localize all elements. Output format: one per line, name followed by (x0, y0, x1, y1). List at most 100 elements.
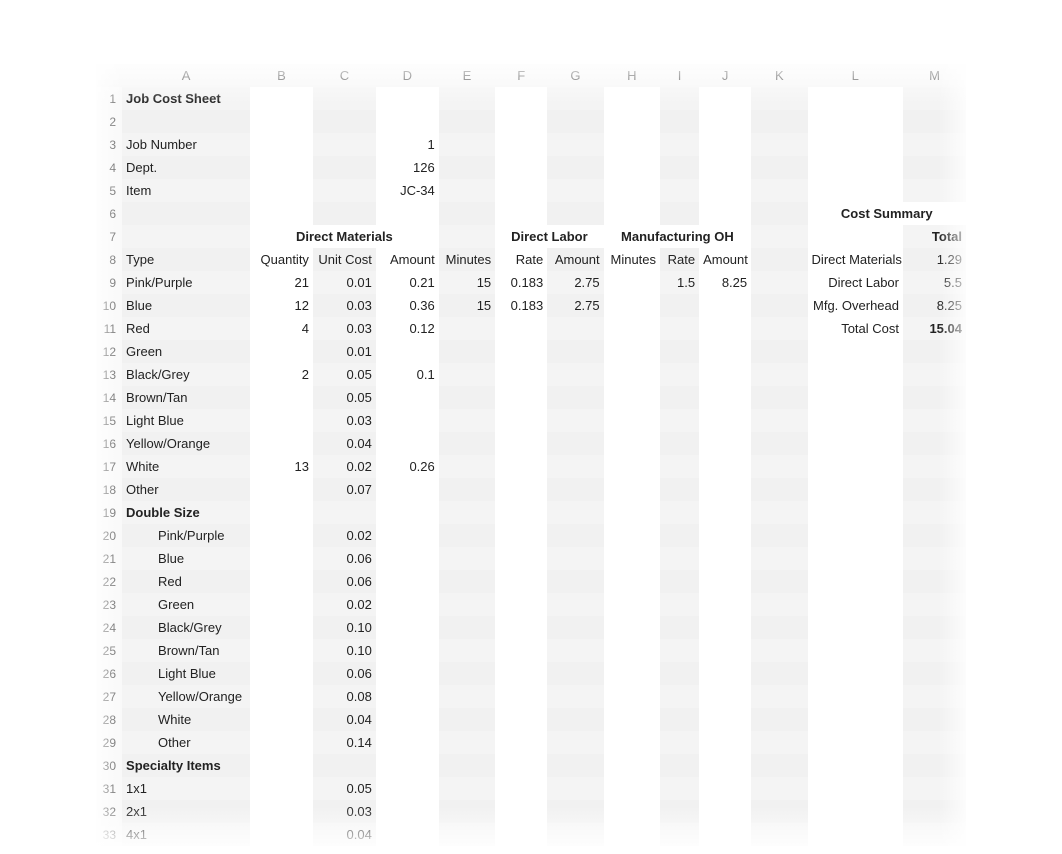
cell-B1[interactable] (250, 87, 313, 110)
cell-I25[interactable] (660, 639, 699, 662)
row-header-29[interactable]: 29 (96, 731, 122, 754)
cell-F4[interactable] (495, 156, 547, 179)
cell-F5[interactable] (495, 179, 547, 202)
cell-K17[interactable] (751, 455, 807, 478)
cell-A14[interactable]: Brown/Tan (122, 386, 250, 409)
cell-M24[interactable] (903, 616, 966, 639)
cell-D30[interactable] (376, 754, 439, 777)
grid[interactable]: ABCDEFGHIJKLM 1Job Cost Sheet23Job Numbe… (96, 64, 966, 846)
row-header-27[interactable]: 27 (96, 685, 122, 708)
cell-I30[interactable] (660, 754, 699, 777)
cell-H10[interactable] (604, 294, 660, 317)
cell-G24[interactable] (547, 616, 603, 639)
cell-I20[interactable] (660, 524, 699, 547)
cell-L24[interactable] (808, 616, 903, 639)
cell-F14[interactable] (495, 386, 547, 409)
cell-F25[interactable] (495, 639, 547, 662)
cell-A26[interactable]: Light Blue (122, 662, 250, 685)
cell-F13[interactable] (495, 363, 547, 386)
cell-A10[interactable]: Blue (122, 294, 250, 317)
cell-L26[interactable] (808, 662, 903, 685)
cell-F29[interactable] (495, 731, 547, 754)
row-18[interactable]: 18Other0.07 (96, 478, 966, 501)
cell-F22[interactable] (495, 570, 547, 593)
row-header-33[interactable]: 33 (96, 823, 122, 846)
cell-H31[interactable] (604, 777, 660, 800)
cell-B7[interactable]: Direct Materials (250, 225, 439, 248)
cell-F15[interactable] (495, 409, 547, 432)
row-header-6[interactable]: 6 (96, 202, 122, 225)
cell-A25[interactable]: Brown/Tan (122, 639, 250, 662)
cell-F3[interactable] (495, 133, 547, 156)
cell-H16[interactable] (604, 432, 660, 455)
cell-I16[interactable] (660, 432, 699, 455)
cell-A12[interactable]: Green (122, 340, 250, 363)
row-header-20[interactable]: 20 (96, 524, 122, 547)
cell-M13[interactable] (903, 363, 966, 386)
cell-L32[interactable] (808, 800, 903, 823)
col-header-G[interactable]: G (547, 64, 603, 87)
cell-H8[interactable]: Minutes (604, 248, 660, 271)
cell-B2[interactable] (250, 110, 313, 133)
cell-L6[interactable]: Cost Summary (808, 202, 966, 225)
cell-D14[interactable] (376, 386, 439, 409)
cell-D9[interactable]: 0.21 (376, 271, 439, 294)
cell-F7[interactable]: Direct Labor (495, 225, 603, 248)
cell-J2[interactable] (699, 110, 751, 133)
cell-D32[interactable] (376, 800, 439, 823)
cell-J26[interactable] (699, 662, 751, 685)
cell-G22[interactable] (547, 570, 603, 593)
cell-G6[interactable] (547, 202, 603, 225)
cell-G17[interactable] (547, 455, 603, 478)
row-13[interactable]: 13Black/Grey20.050.1 (96, 363, 966, 386)
cell-C1[interactable] (313, 87, 376, 110)
cell-B30[interactable] (250, 754, 313, 777)
cell-H23[interactable] (604, 593, 660, 616)
cell-C29[interactable]: 0.14 (313, 731, 376, 754)
cell-E28[interactable] (439, 708, 495, 731)
cell-F9[interactable]: 0.183 (495, 271, 547, 294)
cell-G11[interactable] (547, 317, 603, 340)
cell-C16[interactable]: 0.04 (313, 432, 376, 455)
cell-I23[interactable] (660, 593, 699, 616)
row-header-2[interactable]: 2 (96, 110, 122, 133)
row-header-17[interactable]: 17 (96, 455, 122, 478)
cell-D25[interactable] (376, 639, 439, 662)
row-header-15[interactable]: 15 (96, 409, 122, 432)
cell-K23[interactable] (751, 593, 807, 616)
cell-J21[interactable] (699, 547, 751, 570)
cell-L33[interactable] (808, 823, 903, 846)
cell-C24[interactable]: 0.10 (313, 616, 376, 639)
cell-C15[interactable]: 0.03 (313, 409, 376, 432)
cell-C18[interactable]: 0.07 (313, 478, 376, 501)
cell-C13[interactable]: 0.05 (313, 363, 376, 386)
cell-G13[interactable] (547, 363, 603, 386)
cell-I5[interactable] (660, 179, 699, 202)
cell-H13[interactable] (604, 363, 660, 386)
cell-H32[interactable] (604, 800, 660, 823)
cell-E29[interactable] (439, 731, 495, 754)
row-27[interactable]: 27Yellow/Orange0.08 (96, 685, 966, 708)
row-14[interactable]: 14Brown/Tan0.05 (96, 386, 966, 409)
cell-G18[interactable] (547, 478, 603, 501)
row-23[interactable]: 23Green0.02 (96, 593, 966, 616)
cell-K18[interactable] (751, 478, 807, 501)
cell-D17[interactable]: 0.26 (376, 455, 439, 478)
col-header-K[interactable]: K (751, 64, 807, 87)
cell-L31[interactable] (808, 777, 903, 800)
cell-G21[interactable] (547, 547, 603, 570)
cell-K30[interactable] (751, 754, 807, 777)
cell-L22[interactable] (808, 570, 903, 593)
cell-J30[interactable] (699, 754, 751, 777)
cell-K26[interactable] (751, 662, 807, 685)
cell-J18[interactable] (699, 478, 751, 501)
cell-B17[interactable]: 13 (250, 455, 313, 478)
cell-G26[interactable] (547, 662, 603, 685)
cell-D4[interactable]: 126 (376, 156, 439, 179)
cell-G5[interactable] (547, 179, 603, 202)
cell-F16[interactable] (495, 432, 547, 455)
row-21[interactable]: 21Blue0.06 (96, 547, 966, 570)
cell-F6[interactable] (495, 202, 547, 225)
col-header-F[interactable]: F (495, 64, 547, 87)
cell-C17[interactable]: 0.02 (313, 455, 376, 478)
